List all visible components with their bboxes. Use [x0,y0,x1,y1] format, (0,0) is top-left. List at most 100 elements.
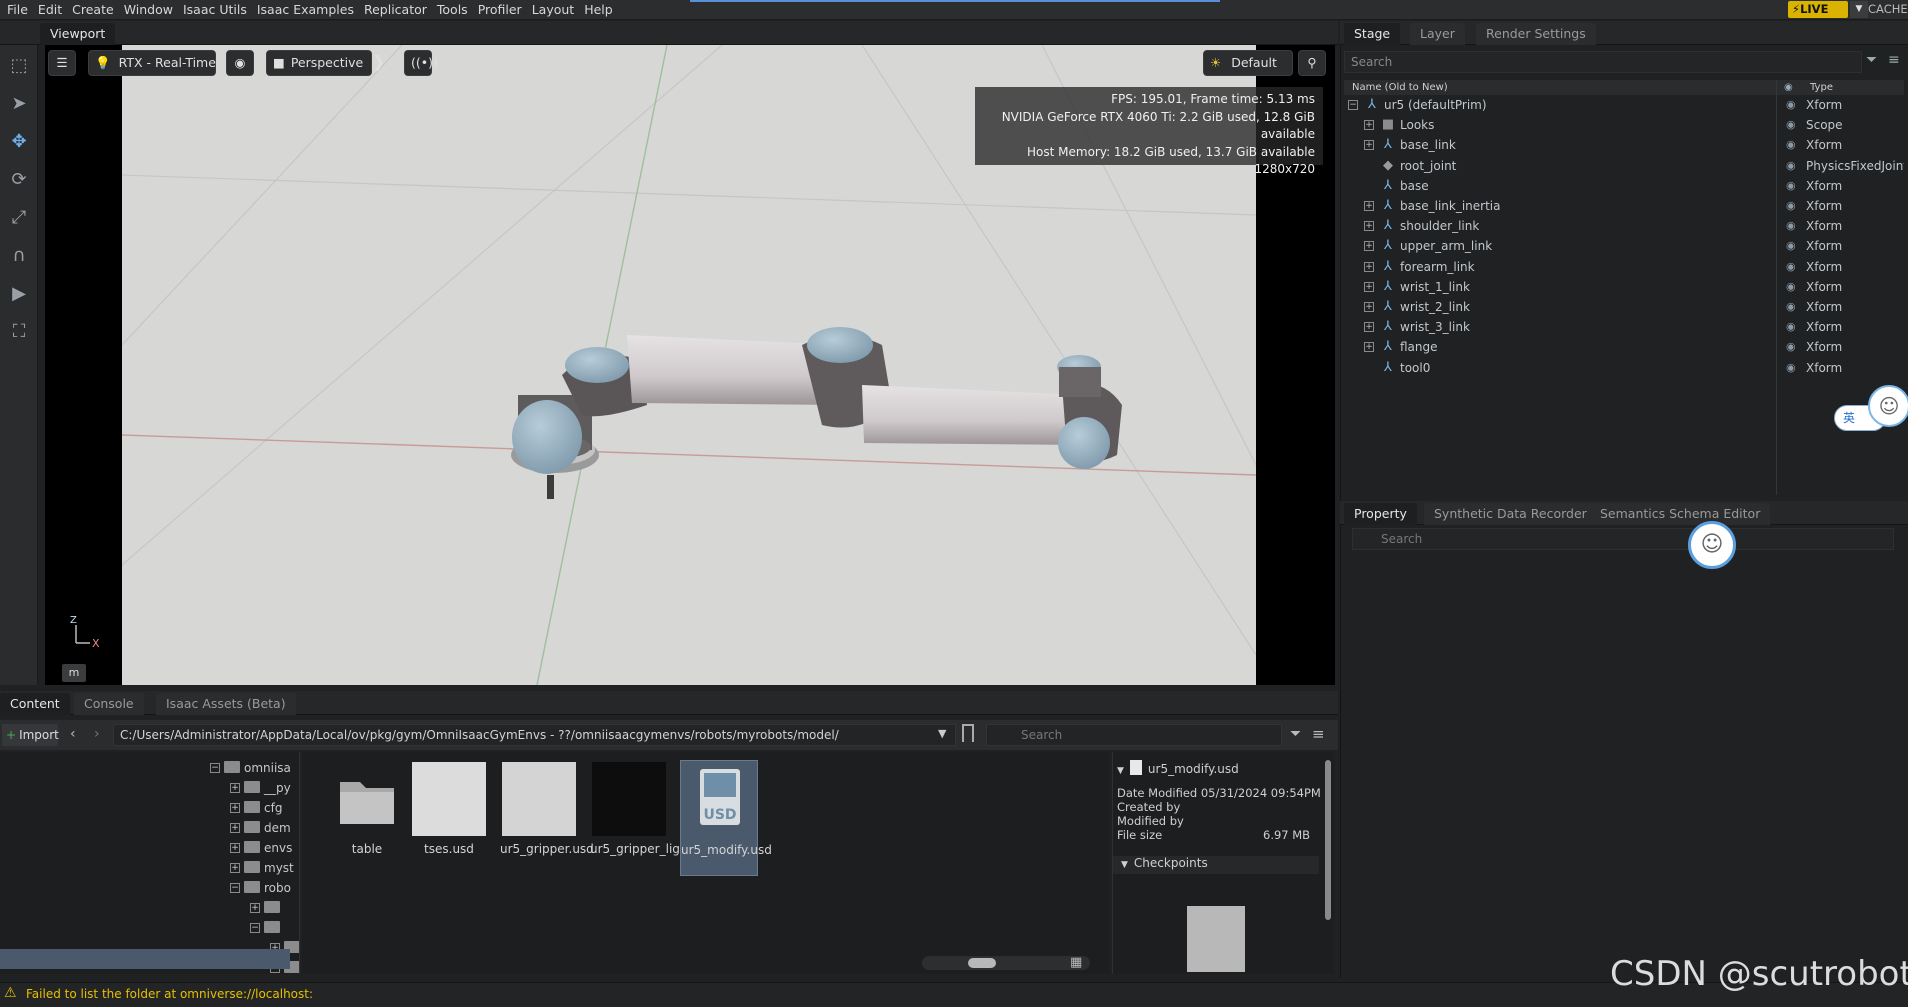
property-search-input[interactable]: Search [1352,528,1894,550]
content-search-input[interactable]: Search [986,724,1282,746]
expand-icon[interactable]: + [1364,241,1374,252]
expand-icon[interactable]: + [250,903,260,913]
stage-row[interactable]: + ⅄ wrist_3_link ◉ Xform [1344,317,1904,337]
expand-icon[interactable]: + [230,783,240,793]
scrollbar-thumb[interactable] [968,958,996,968]
menu-item-file[interactable]: File [2,0,33,18]
collapse-icon[interactable]: − [210,763,220,773]
eye-icon[interactable]: ◉ [1786,297,1796,317]
tab-content[interactable]: Content [0,693,70,715]
stage-row[interactable]: − ⅄ ur5 (defaultPrim) ◉ Xform [1344,95,1904,115]
tab-console[interactable]: Console [74,693,144,715]
render-mode-button[interactable]: 💡 RTX - Real-Time [88,50,216,76]
filter-icon[interactable]: ⏷ [1290,726,1301,742]
eye-icon[interactable]: ◉ [1786,337,1796,357]
eye-icon[interactable]: ◉ [1786,95,1796,115]
stage-row[interactable]: + ⅄ base_link_inertia ◉ Xform [1344,196,1904,216]
expand-icon[interactable]: + [230,863,240,873]
hamburger-menu-icon[interactable]: ≡ [1312,725,1325,743]
menu-item-replicator[interactable]: Replicator [359,0,432,18]
stage-row[interactable]: ◆ root_joint ◉ PhysicsFixedJoint [1344,156,1904,176]
eye-icon[interactable]: ◉ [1786,115,1796,135]
column-type-header[interactable]: Type [1810,80,1833,95]
eye-icon[interactable]: ◉ [1786,236,1796,256]
eye-icon[interactable]: ◉ [1786,317,1796,337]
tab-synthetic-data-recorder[interactable]: Synthetic Data Recorder [1424,503,1597,525]
file-item-ur5-gripper[interactable]: ur5_gripper.usd [500,762,594,876]
expand-icon[interactable]: + [1364,342,1374,353]
stage-row[interactable]: + ■ Looks ◉ Scope [1344,115,1904,135]
snap-icon[interactable]: ∩ [4,241,34,271]
expand-icon[interactable]: + [1364,221,1374,232]
eye-icon[interactable]: ◉ [1786,176,1796,196]
stage-row[interactable]: + ⅄ forearm_link ◉ Xform [1344,257,1904,277]
eye-icon[interactable]: ◉ [1786,277,1796,297]
forward-arrow-icon[interactable]: › [94,726,100,742]
chevron-right-icon[interactable]: ❯ [372,50,388,76]
hamburger-menu-icon[interactable]: ≡ [1888,52,1906,72]
tab-render-settings[interactable]: Render Settings [1476,23,1596,45]
stage-row[interactable]: + ⅄ upper_arm_link ◉ Xform [1344,236,1904,256]
tab-stage[interactable]: Stage [1344,23,1401,45]
menu-item-create[interactable]: Create [67,0,119,18]
stage-row[interactable]: + ⅄ shoulder_link ◉ Xform [1344,216,1904,236]
file-item-tses[interactable]: tses.usd [410,762,488,876]
filter-icon[interactable]: ⏷ [1866,52,1884,72]
file-item-table[interactable]: table [328,762,406,876]
menu-item-edit[interactable]: Edit [33,0,67,18]
expand-icon[interactable]: + [1364,322,1374,333]
grid-view-icon[interactable]: ▦ [1070,955,1082,970]
tab-viewport[interactable]: Viewport [40,23,116,45]
expand-icon[interactable]: + [230,843,240,853]
checkpoints-header[interactable]: ▼ Checkpoints [1113,856,1319,874]
path-input[interactable]: C:/Users/Administrator/AppData/Local/ov/… [113,724,956,746]
bookmark-icon[interactable] [962,724,974,742]
unit-button[interactable]: m [62,664,86,682]
tab-layer[interactable]: Layer [1410,23,1465,45]
tree-selected-row[interactable] [0,949,290,969]
camera-button[interactable]: ■ Perspective [266,50,372,76]
select-mode-icon[interactable]: ⬚ [4,51,34,81]
menu-item-help[interactable]: Help [579,0,618,18]
rotate-icon[interactable]: ⟳ [4,165,34,195]
collapse-icon[interactable]: − [250,923,260,933]
stage-row[interactable]: ⅄ base ◉ Xform [1344,176,1904,196]
expand-icon[interactable]: + [1364,201,1374,211]
location-button[interactable]: ⚲ [1298,50,1326,76]
expand-icon[interactable]: + [1364,281,1374,292]
visibility-button[interactable]: ◉ [226,50,254,76]
expand-icon[interactable]: + [1364,140,1374,151]
expand-icon[interactable]: + [230,823,240,833]
tab-property[interactable]: Property [1344,503,1417,525]
live-button[interactable]: ⚡LIVE [1788,1,1848,18]
lighting-button[interactable]: ☀ Default [1203,50,1293,76]
eye-icon[interactable]: ◉ [1786,257,1796,277]
back-arrow-icon[interactable]: ‹ [70,726,76,742]
eye-icon[interactable]: ◉ [1786,156,1796,176]
column-name-header[interactable]: Name (Old to New) [1352,80,1448,95]
scale-icon[interactable]: ⤢ [4,203,34,233]
file-item-ur5-gripper-light[interactable]: ur5_gripper_light.usd [590,762,718,876]
tab-semantics-schema-editor[interactable]: Semantics Schema Editor [1590,503,1771,525]
stage-row[interactable]: + ⅄ flange ◉ Xform [1344,337,1904,357]
path-dropdown-icon[interactable]: ▼ [938,727,946,740]
stage-search-input[interactable]: Search [1344,51,1862,73]
menu-item-profiler[interactable]: Profiler [473,0,527,18]
cursor-icon[interactable]: ➤ [4,89,34,119]
eye-icon[interactable]: ◉ [1786,216,1796,236]
eye-icon[interactable]: ◉ [1786,135,1796,155]
stage-row[interactable]: + ⅄ base_link ◉ Xform [1344,135,1904,155]
stage-row[interactable]: + ⅄ wrist_2_link ◉ Xform [1344,297,1904,317]
expand-icon[interactable]: + [1364,302,1374,312]
menu-item-window[interactable]: Window [119,0,178,18]
physics-icon[interactable]: ⛶ [4,317,34,347]
detail-header[interactable]: ▼ ur5_modify.usd [1117,760,1239,776]
expand-icon[interactable]: + [1364,261,1374,272]
collapse-icon[interactable]: − [230,883,240,893]
eye-icon[interactable]: ◉ [1786,196,1796,216]
play-icon[interactable]: ▶ [4,279,34,309]
vertical-scrollbar[interactable] [1325,760,1331,920]
live-dropdown-icon[interactable]: ▼ [1850,1,1868,18]
eye-icon[interactable]: ◉ [1786,358,1796,378]
tab-isaac-assets[interactable]: Isaac Assets (Beta) [156,693,296,715]
